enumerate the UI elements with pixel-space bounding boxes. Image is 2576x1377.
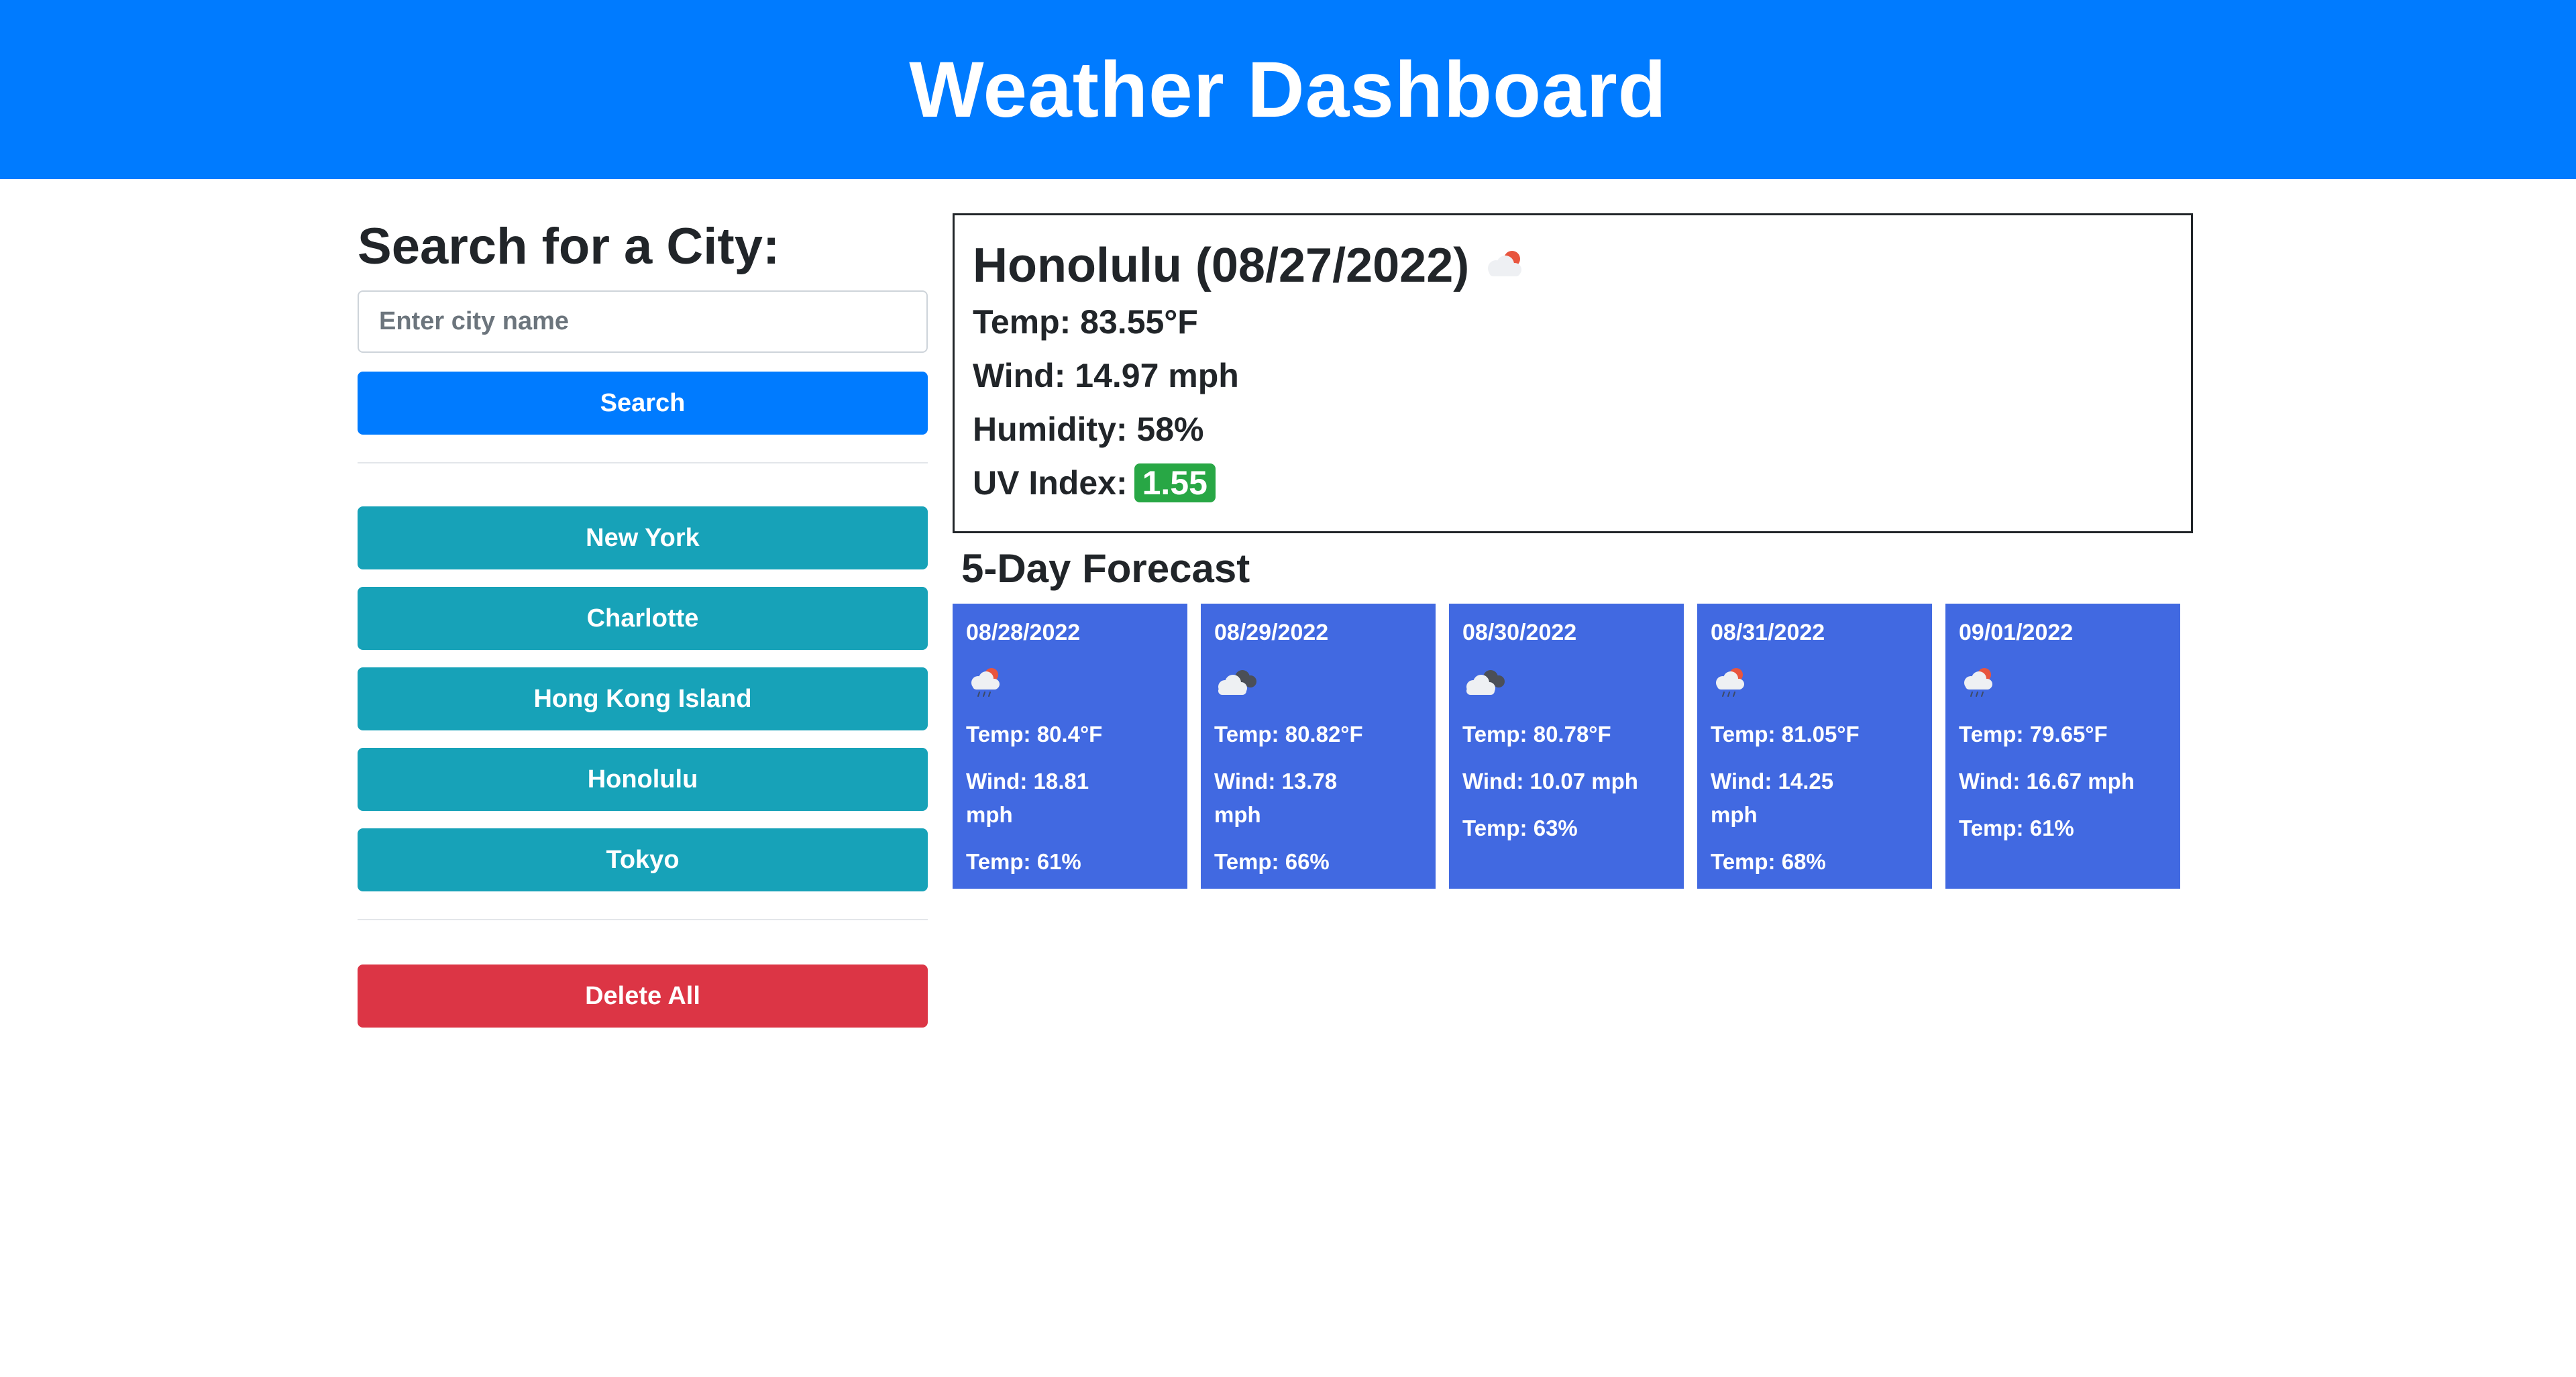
current-temp: Temp: 83.55°F — [973, 303, 1198, 341]
cloud-dark-icon — [1214, 664, 1422, 702]
forecast-cards: 08/28/2022 Temp: 80.4°F Wind: 18.81 mph … — [953, 604, 2194, 889]
forecast-date: 08/30/2022 — [1462, 620, 1577, 645]
search-button[interactable]: Search — [358, 372, 928, 435]
current-uv-row: UV Index: 1.55 — [973, 461, 1216, 505]
forecast-temp: Temp: 81.05°F — [1711, 722, 1860, 747]
current-city-heading: Honolulu (08/27/2022) — [973, 232, 1529, 299]
forecast-humidity: Temp: 61% — [966, 849, 1081, 874]
search-sidebar: Search for a City: Search New York Charl… — [358, 213, 928, 1028]
current-city-date: Honolulu (08/27/2022) — [973, 239, 1470, 292]
cloud-sun-rain-icon — [1959, 664, 2167, 702]
search-heading: Search for a City: — [358, 218, 780, 275]
forecast-temp: Temp: 80.82°F — [1214, 722, 1363, 747]
forecast-date: 08/29/2022 — [1214, 620, 1329, 645]
forecast-title: 5-Day Forecast — [961, 546, 1250, 591]
forecast-wind: Wind: 13.78 mph — [1214, 769, 1338, 827]
forecast-humidity: Temp: 63% — [1462, 816, 1578, 840]
delete-all-button[interactable]: Delete All — [358, 965, 928, 1028]
city-search-input[interactable] — [358, 290, 928, 353]
forecast-temp: Temp: 79.65°F — [1959, 722, 2108, 747]
forecast-wind: Wind: 18.81 mph — [966, 769, 1089, 827]
forecast-wind: Wind: 10.07 mph — [1462, 769, 1638, 793]
history-city-button[interactable]: Hong Kong Island — [358, 667, 928, 730]
forecast-wind: Wind: 16.67 mph — [1959, 769, 2135, 793]
forecast-card: 08/31/2022 Temp: 81.05°F Wind: 14.25 mph… — [1697, 604, 1932, 889]
forecast-wind: Wind: 14.25 mph — [1711, 769, 1834, 827]
history-city-button[interactable]: New York — [358, 506, 928, 569]
forecast-date: 09/01/2022 — [1959, 620, 2074, 645]
current-weather-panel: Honolulu (08/27/2022) Temp: 83.55°F Wind… — [953, 213, 2193, 533]
cloud-dark-icon — [1462, 664, 1670, 702]
history-city-button[interactable]: Tokyo — [358, 828, 928, 891]
page-title: Weather Dashboard — [909, 45, 1667, 134]
forecast-date: 08/31/2022 — [1711, 620, 1825, 645]
forecast-humidity: Temp: 68% — [1711, 849, 1826, 874]
forecast-temp: Temp: 80.4°F — [966, 722, 1103, 747]
cloud-sun-icon — [1481, 238, 1529, 293]
forecast-humidity: Temp: 66% — [1214, 849, 1330, 874]
divider — [358, 919, 928, 920]
forecast-card: 09/01/2022 Temp: 79.65°F Wind: 16.67 mph… — [1945, 604, 2180, 889]
uv-label: UV Index: — [973, 464, 1128, 502]
cloud-sun-rain-icon — [966, 664, 1174, 702]
forecast-humidity: Temp: 61% — [1959, 816, 2074, 840]
current-humidity: Humidity: 58% — [973, 410, 1204, 448]
page-header: Weather Dashboard — [0, 0, 2576, 179]
divider — [358, 462, 928, 463]
forecast-card: 08/29/2022 Temp: 80.82°F Wind: 13.78 mph… — [1201, 604, 1436, 889]
forecast-card: 08/30/2022 Temp: 80.78°F Wind: 10.07 mph… — [1449, 604, 1684, 889]
forecast-temp: Temp: 80.78°F — [1462, 722, 1611, 747]
forecast-date: 08/28/2022 — [966, 620, 1081, 645]
history-city-button[interactable]: Charlotte — [358, 587, 928, 650]
uv-index-badge: 1.55 — [1134, 463, 1216, 502]
current-wind: Wind: 14.97 mph — [973, 357, 1239, 394]
history-city-button[interactable]: Honolulu — [358, 748, 928, 811]
forecast-card: 08/28/2022 Temp: 80.4°F Wind: 18.81 mph … — [953, 604, 1187, 889]
cloud-sun-rain-icon — [1711, 664, 1919, 702]
